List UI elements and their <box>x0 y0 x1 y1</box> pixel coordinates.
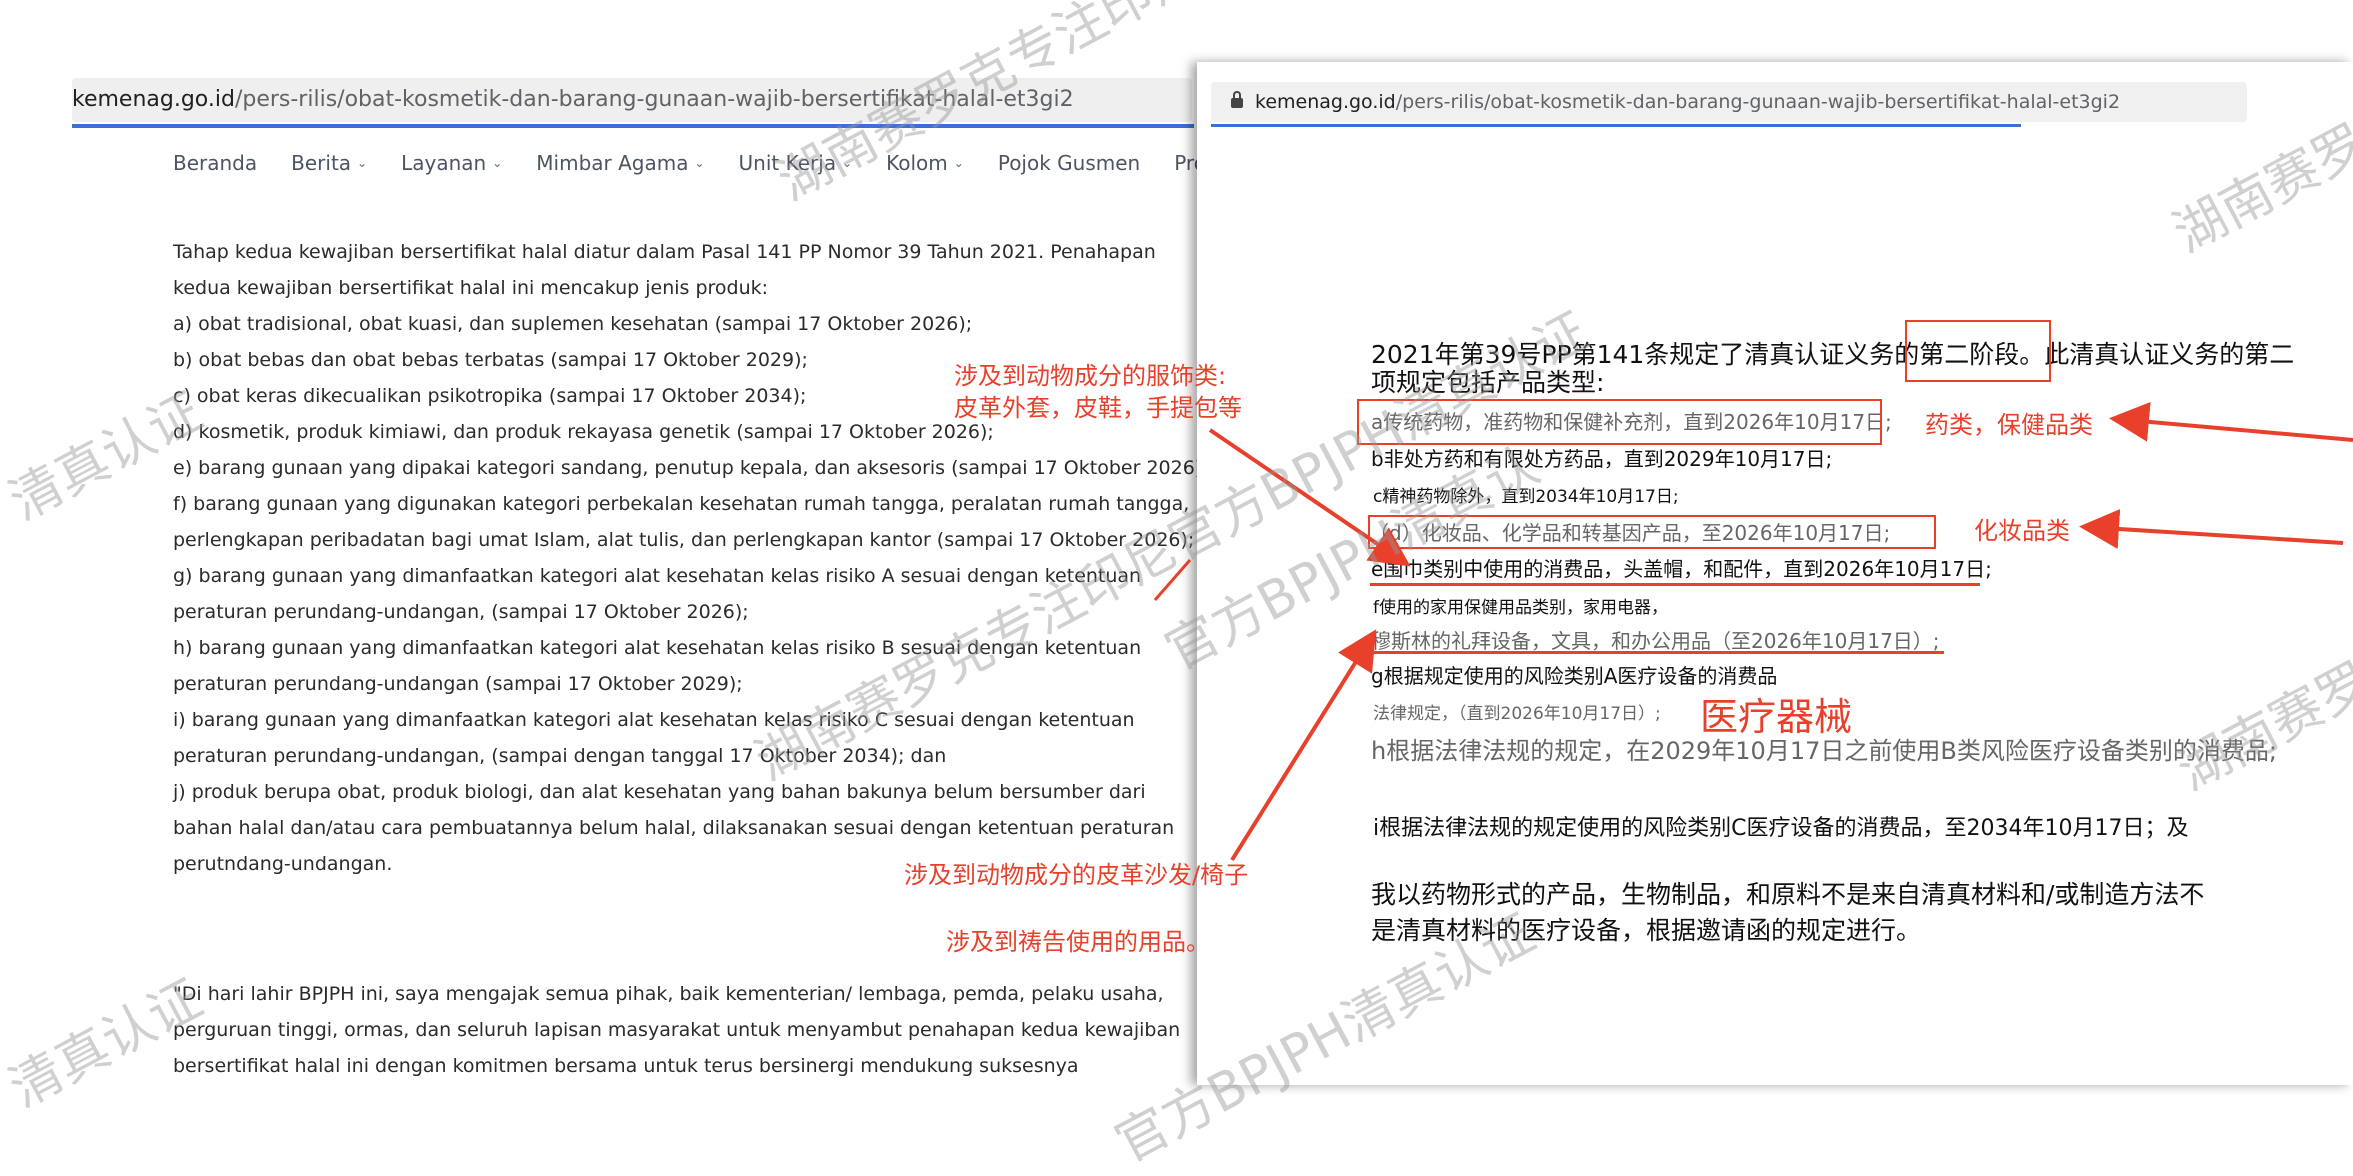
body-line: bahan halal dan/atau cara pembuatannya b… <box>173 817 1175 839</box>
annotation-prayer: 涉及到祷告使用的用品。 <box>946 928 1210 956</box>
annotation-apparel-line-1: 涉及到动物成分的服饰类: <box>954 362 1227 390</box>
item-e: e围巾类别中使用的消费品，头盖帽，和配件，直到2026年10月17日; <box>1371 557 1992 581</box>
nav-pojok-gusmen[interactable]: Pojok Gusmen <box>998 145 1140 181</box>
left-quote-paragraph: "Di hari lahir BPJPH ini, saya mengajak … <box>173 976 1181 1084</box>
item-i: i根据法律法规的规定使用的风险类别C医疗设备的消费品，至2034年10月17日；… <box>1373 816 2189 841</box>
left-article-body: Tahap kedua kewajiban bersertifikat hala… <box>173 234 1209 882</box>
chevron-down-icon: ⌄ <box>953 156 964 170</box>
nav-berita[interactable]: Berita ⌄ <box>291 145 367 181</box>
underline-item-e <box>1370 583 1980 586</box>
chevron-down-icon: ⌄ <box>694 156 705 170</box>
body-line: f) barang gunaan yang digunakan kategori… <box>173 493 1190 515</box>
item-g2: 法律规定，（直到2026年10月17日）; <box>1373 704 1661 724</box>
right-address-bar[interactable]: kemenag.go.id/pers-rilis/obat-kosmetik-d… <box>1211 82 2247 122</box>
annotation-pharma: 药类，保健品类 <box>1925 411 2093 439</box>
body-line: a) obat tradisional, obat kuasi, dan sup… <box>173 313 973 335</box>
annotation-apparel: 涉及到动物成分的服饰类: 皮革外套，皮鞋，手提包等 <box>954 360 1242 424</box>
annotation-medical-devices: 医疗器械 <box>1700 695 1853 739</box>
highlight-box-second-stage <box>1905 320 2051 382</box>
quote-line: "Di hari lahir BPJPH ini, saya mengajak … <box>173 983 1164 1005</box>
annotation-furniture: 涉及到动物成分的皮革沙发/椅子 <box>904 861 1249 889</box>
nav-beranda[interactable]: Beranda <box>173 145 257 181</box>
body-line: e) barang gunaan yang dipakai kategori s… <box>173 457 1209 479</box>
right-url-domain: kemenag.go.id <box>1255 91 1396 113</box>
body-line: i) barang gunaan yang dimanfaatkan kateg… <box>173 709 1135 731</box>
chevron-down-icon: ⌄ <box>357 156 368 170</box>
annotation-apparel-line-2: 皮革外套，皮鞋，手提包等 <box>954 394 1242 422</box>
body-line: perlengkapan peribadatan bagi umat Islam… <box>173 529 1195 551</box>
left-page-load-bar <box>72 124 1194 128</box>
nav-layanan[interactable]: Layanan ⌄ <box>401 145 502 181</box>
body-line: peraturan perundang-undangan, (sampai de… <box>173 745 947 767</box>
nav-mimbar-agama[interactable]: Mimbar Agama ⌄ <box>536 145 704 181</box>
quote-line: bersertifikat halal ini dengan komitmen … <box>173 1055 1079 1077</box>
annotation-cosmetics: 化妆品类 <box>1974 517 2070 545</box>
body-line: Tahap kedua kewajiban bersertifikat hala… <box>173 241 1156 263</box>
item-f2: 穆斯林的礼拜设备，文具，和办公用品（至2026年10月17日）; <box>1371 629 1940 653</box>
chevron-down-icon: ⌄ <box>492 156 503 170</box>
right-url-path: /pers-rilis/obat-kosmetik-dan-barang-gun… <box>1395 91 2121 113</box>
right-page-load-bar <box>1211 124 2021 127</box>
body-line: j) produk berupa obat, produk biologi, d… <box>173 781 1146 803</box>
body-line: peraturan perundang-undangan (sampai 17 … <box>173 673 743 695</box>
quote-line: perguruan tinggi, ormas, dan seluruh lap… <box>173 1019 1181 1041</box>
body-line: kedua kewajiban bersertifikat halal ini … <box>173 277 769 299</box>
left-url-domain: kemenag.go.id <box>72 87 235 112</box>
item-f1: f使用的家用保健用品类别，家用电器， <box>1373 598 1668 618</box>
left-site-nav: Beranda Berita ⌄ Layanan ⌄ Mimbar Agama ⌄ U… <box>173 145 1274 181</box>
item-g1: g根据规定使用的风险类别A医疗设备的消费品 <box>1371 664 1778 688</box>
lock-icon <box>1231 91 1243 108</box>
underline-item-f <box>1370 651 1944 654</box>
